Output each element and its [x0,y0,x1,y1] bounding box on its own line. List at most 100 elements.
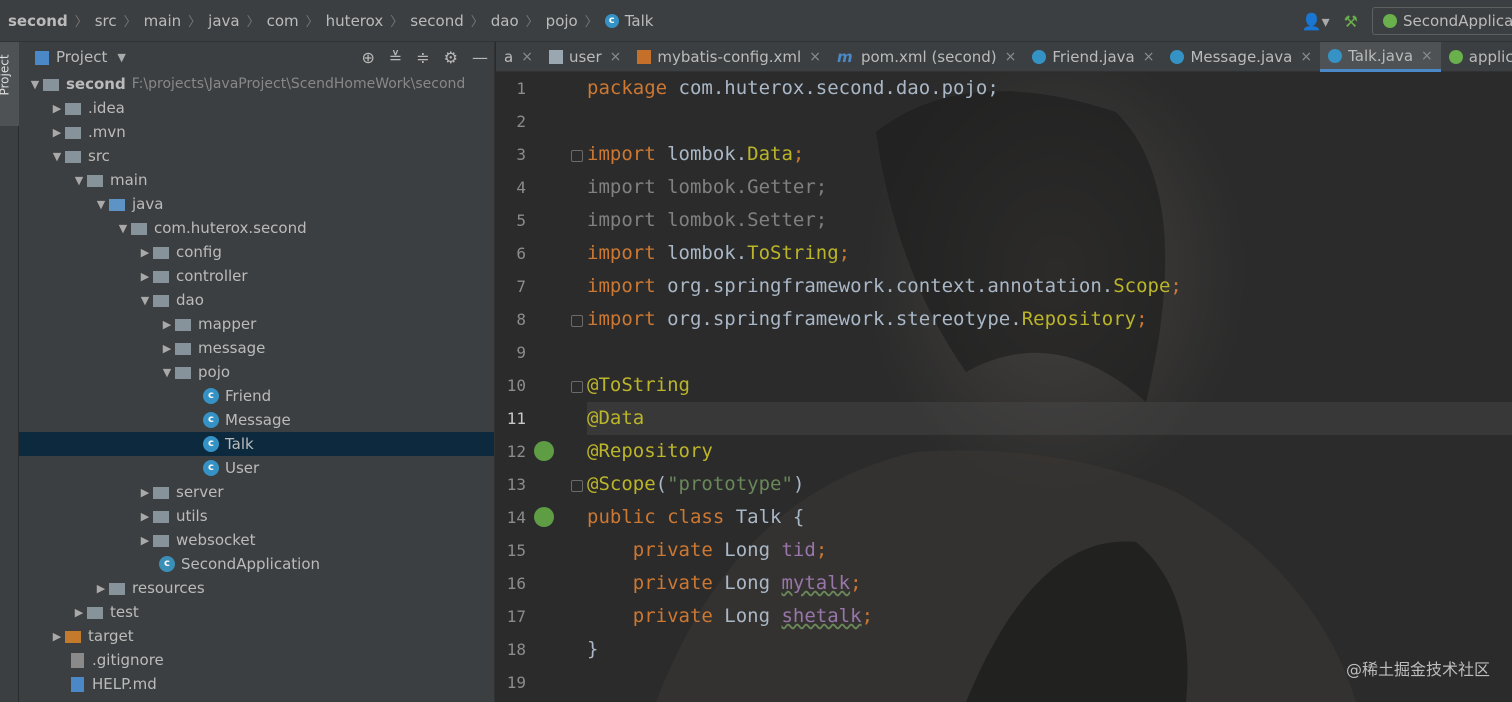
xml-file-icon [637,50,652,64]
tree-item-mapper[interactable]: ▶ mapper [19,312,494,336]
chevron-down-icon[interactable]: ▼ [137,294,153,307]
line-number: 18 [506,640,526,659]
tree-item-test[interactable]: ▶ test [19,600,494,624]
run-configuration-selector[interactable]: SecondApplica [1372,7,1512,35]
tree-item-java[interactable]: ▼ java [19,192,494,216]
tree-item-label: HELP.md [92,675,157,693]
tab-talk-java[interactable]: Talk.java × [1320,42,1441,72]
chevron-right-icon[interactable]: ▶ [137,486,153,499]
tree-item-help-md[interactable]: HELP.md [19,672,494,696]
tab-truncated[interactable]: a × [496,42,541,72]
spring-bean-gutter-icon[interactable] [534,441,554,461]
tab-mybatis-config[interactable]: mybatis-config.xml × [629,42,829,72]
chevron-right-icon[interactable]: ▶ [49,126,65,139]
close-icon[interactable]: × [1143,49,1155,65]
chevron-right-icon[interactable]: ▶ [71,606,87,619]
breadcrumb-talk[interactable]: Talk [625,12,654,30]
tree-item-websocket[interactable]: ▶ websocket [19,528,494,552]
breadcrumb-com[interactable]: com [267,12,299,30]
code-area[interactable]: package com.huterox.second.dao.pojo; imp… [587,72,1512,702]
tree-item-controller[interactable]: ▶ controller [19,264,494,288]
breadcrumb-second[interactable]: second [410,12,464,30]
tree-item-main[interactable]: ▼ main [19,168,494,192]
tree-item-resources[interactable]: ▶ resources [19,576,494,600]
breadcrumb-dao[interactable]: dao [491,12,519,30]
project-view-selector[interactable]: Project [56,48,107,66]
close-icon[interactable]: × [521,49,533,65]
fold-marker-icon[interactable] [571,480,583,492]
chevron-right-icon[interactable]: ▶ [159,342,175,355]
breadcrumb-java[interactable]: java [208,12,239,30]
breadcrumb-main[interactable]: main [144,12,181,30]
tree-item-src[interactable]: ▼ src [19,144,494,168]
chevron-down-icon[interactable]: ▼ [93,198,109,211]
tree-item-second-application[interactable]: c SecondApplication [19,552,494,576]
chevron-right-icon[interactable]: ▶ [137,246,153,259]
tree-item-idea[interactable]: ▶ .idea [19,96,494,120]
build-hammer-icon[interactable]: ⚒ [1344,12,1358,31]
tree-item-package-root[interactable]: ▼ com.huterox.second [19,216,494,240]
tree-item-talk[interactable]: c Talk [19,432,494,456]
tab-friend-java[interactable]: Friend.java × [1024,42,1162,72]
tree-item-label: Friend [225,387,272,405]
tree-item-user[interactable]: c User [19,456,494,480]
fold-marker-icon[interactable] [571,381,583,393]
tree-item-message[interactable]: c Message [19,408,494,432]
tree-item-label: User [225,459,260,477]
collapse-all-icon[interactable]: ≑ [416,48,429,67]
tree-item-friend[interactable]: c Friend [19,384,494,408]
close-icon[interactable]: × [610,49,622,65]
fold-marker-icon[interactable] [571,315,583,327]
chevron-down-icon[interactable]: ▼ [159,366,175,379]
tree-item-config[interactable]: ▶ config [19,240,494,264]
chevron-right-icon[interactable]: ▶ [137,534,153,547]
chevron-right-icon[interactable]: ▶ [49,630,65,643]
chevron-down-icon[interactable]: ▼ [49,150,65,163]
tree-item-dao[interactable]: ▼ dao [19,288,494,312]
java-class-icon: c [203,388,219,404]
tab-user[interactable]: user × [541,42,629,72]
chevron-down-icon[interactable]: ▼ [27,78,43,91]
chevron-right-icon[interactable]: ▶ [137,510,153,523]
chevron-right-icon[interactable]: ▶ [93,582,109,595]
tree-item-pojo[interactable]: ▼ pojo [19,360,494,384]
chevron-down-icon[interactable]: ▼ [115,222,131,235]
chevron-down-icon[interactable]: ▼ [117,51,125,64]
tree-item-target[interactable]: ▶ target [19,624,494,648]
java-class-icon: c [604,13,619,28]
tree-item-gitignore[interactable]: .gitignore [19,648,494,672]
chevron-right-icon[interactable]: ▶ [137,270,153,283]
close-icon[interactable]: × [809,49,821,65]
tree-item-second[interactable]: ▼ second F:\projects\JavaProject\ScendHo… [19,72,494,96]
tab-application[interactable]: applicat [1441,42,1512,72]
chevron-right-icon[interactable]: ▶ [159,318,175,331]
tree-item-message-pkg[interactable]: ▶ message [19,336,494,360]
chevron-right-icon[interactable]: ▶ [49,102,65,115]
watermark-text: @稀土掘金技术社区 [1345,660,1490,679]
project-tool-window-button[interactable]: Project [0,42,19,126]
tab-pom-xml[interactable]: m pom.xml (second) × [829,42,1024,72]
minimize-icon[interactable]: — [472,48,488,67]
gear-icon[interactable]: ⚙ [444,48,458,67]
locate-file-icon[interactable]: ⊕ [361,48,374,67]
tree-item-mvn[interactable]: ▶ .mvn [19,120,494,144]
spring-bean-navigate-gutter-icon[interactable] [534,507,554,527]
close-icon[interactable]: × [1421,48,1433,64]
package-icon [175,343,191,355]
tree-item-server[interactable]: ▶ server [19,480,494,504]
chevron-down-icon[interactable]: ▼ [71,174,87,187]
close-icon[interactable]: × [1300,49,1312,65]
fold-marker-icon[interactable] [571,150,583,162]
breadcrumb-huterox[interactable]: huterox [326,12,384,30]
breadcrumb-second-root[interactable]: second [8,12,68,30]
breadcrumb-src[interactable]: src [95,12,117,30]
close-icon[interactable]: × [1005,49,1017,65]
tab-message-java[interactable]: Message.java × [1162,42,1320,72]
user-account-icon[interactable]: 👤▾ [1302,12,1330,31]
tree-item-utils[interactable]: ▶ utils [19,504,494,528]
breadcrumb-pojo[interactable]: pojo [546,12,578,30]
tab-label: Message.java [1190,48,1293,66]
semicolon: ; [838,242,851,264]
project-stripe-label: Project [0,54,12,96]
expand-all-icon[interactable]: ≚ [389,48,402,67]
